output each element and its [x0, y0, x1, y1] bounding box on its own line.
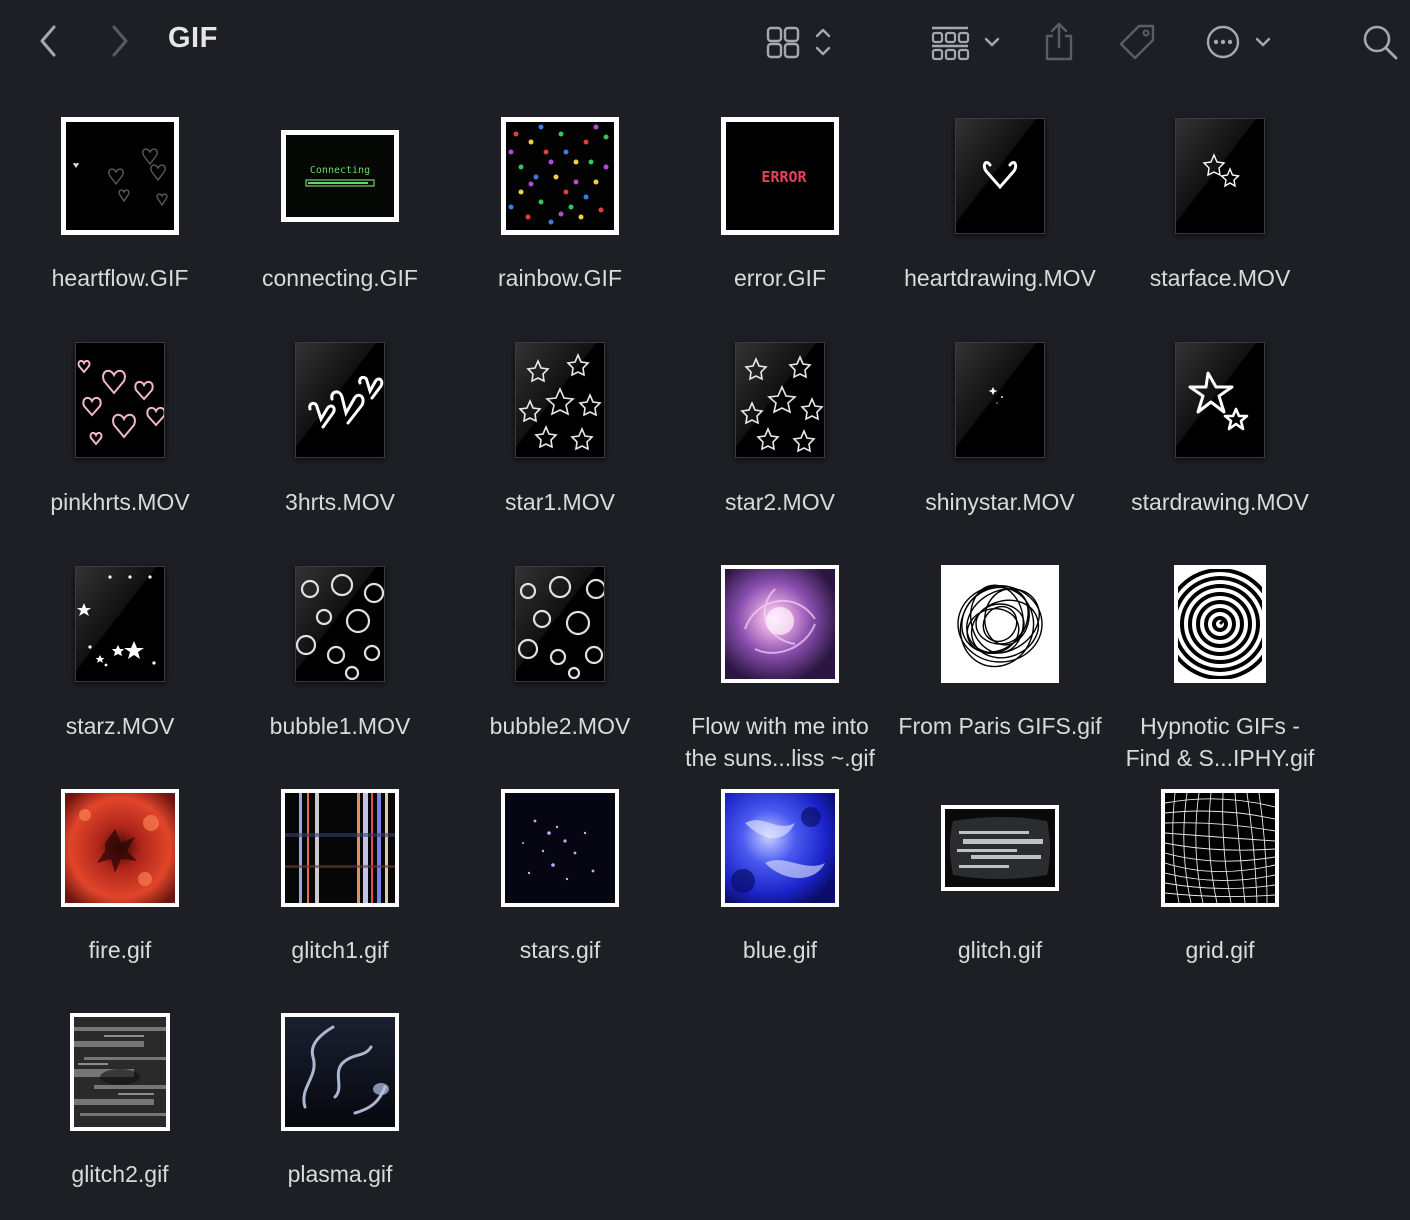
- thumbnail-text: Connecting: [310, 165, 370, 176]
- file-item[interactable]: 3hrts.MOV: [230, 330, 450, 554]
- file-name: 3hrts.MOV: [285, 489, 395, 515]
- file-name: rainbow.GIF: [498, 265, 622, 291]
- file-item[interactable]: heartdrawing.MOV: [890, 106, 1110, 330]
- file-thumbnail: [70, 1013, 170, 1131]
- tag-button[interactable]: [1114, 20, 1160, 64]
- file-item[interactable]: starface.MOV: [1110, 106, 1330, 330]
- file-item[interactable]: Flow with me into the suns...liss ~.gif: [670, 554, 890, 778]
- tag-icon: [1119, 24, 1155, 60]
- file-thumbnail: [721, 565, 839, 683]
- file-name: starz.MOV: [65, 713, 175, 739]
- file-thumbnail: [501, 789, 619, 907]
- file-item[interactable]: bubble1.MOV: [230, 554, 450, 778]
- share-button[interactable]: [1038, 20, 1080, 64]
- file-item[interactable]: Hypnotic GIFs - Find & S...IPHY.gif: [1110, 554, 1330, 778]
- file-item[interactable]: bubble2.MOV: [450, 554, 670, 778]
- file-item[interactable]: ERROR error.GIF: [670, 106, 890, 330]
- file-thumbnail: Connecting: [281, 130, 399, 222]
- icon-grid-view-icon: [766, 26, 831, 59]
- file-name: pinkhrts.MOV: [50, 489, 190, 515]
- file-name: starface.MOV: [1149, 265, 1291, 291]
- file-name: connecting.GIF: [262, 265, 418, 291]
- file-name: plasma.gif: [287, 1161, 393, 1187]
- more-actions-icon: [1206, 25, 1271, 59]
- file-thumbnail: ERROR: [721, 117, 839, 235]
- window-title: GIF: [168, 22, 218, 54]
- file-name: error.GIF: [733, 265, 826, 291]
- file-name: Flow with me into the suns...liss ~.gif: [685, 713, 875, 771]
- file-item[interactable]: blue.gif: [670, 778, 890, 1002]
- file-thumbnail: [1161, 789, 1279, 907]
- file-thumbnail: [1175, 342, 1265, 458]
- file-item[interactable]: plasma.gif: [230, 1002, 450, 1220]
- file-name: glitch1.gif: [291, 937, 389, 963]
- file-name: heartdrawing.MOV: [904, 265, 1096, 291]
- file-thumbnail: [955, 118, 1045, 234]
- search-button[interactable]: [1358, 20, 1402, 64]
- file-thumbnail: [721, 789, 839, 907]
- file-item[interactable]: rainbow.GIF: [450, 106, 670, 330]
- file-name: glitch2.gif: [71, 1161, 169, 1187]
- file-item[interactable]: stardrawing.MOV: [1110, 330, 1330, 554]
- file-item[interactable]: From Paris GIFS.gif: [890, 554, 1110, 778]
- chevron-right-icon: [112, 25, 128, 57]
- file-grid: heartflow.GIF Connecting connecting.GIF: [10, 106, 1330, 1220]
- file-thumbnail: [75, 342, 165, 458]
- file-thumbnail: [295, 342, 385, 458]
- group-view-icon: [931, 26, 1000, 61]
- action-menu-button[interactable]: [1198, 20, 1276, 64]
- file-thumbnail: [515, 566, 605, 682]
- file-name: grid.gif: [1185, 937, 1255, 963]
- toolbar: GIF: [0, 0, 1410, 84]
- file-item[interactable]: Connecting connecting.GIF: [230, 106, 450, 330]
- file-name: star2.MOV: [725, 489, 835, 515]
- file-thumbnail: [61, 789, 179, 907]
- view-mode-button[interactable]: [760, 20, 840, 64]
- file-thumbnail: [281, 789, 399, 907]
- chevron-left-icon: [40, 25, 56, 57]
- share-icon: [1045, 22, 1073, 61]
- file-name: From Paris GIFS.gif: [898, 713, 1102, 739]
- file-name: Hypnotic GIFs - Find & S...IPHY.gif: [1125, 713, 1315, 771]
- thumbnail-text: ERROR: [761, 168, 807, 186]
- file-item[interactable]: pinkhrts.MOV: [10, 330, 230, 554]
- file-name: fire.gif: [88, 937, 152, 963]
- file-item[interactable]: glitch2.gif: [10, 1002, 230, 1220]
- file-item[interactable]: star2.MOV: [670, 330, 890, 554]
- file-thumbnail: [941, 805, 1059, 891]
- file-name: stardrawing.MOV: [1131, 489, 1309, 515]
- file-thumbnail: [941, 565, 1059, 683]
- file-name: shinystar.MOV: [925, 489, 1075, 515]
- file-thumbnail: [61, 117, 179, 235]
- file-item[interactable]: fire.gif: [10, 778, 230, 1002]
- file-thumbnail: [735, 342, 825, 458]
- file-thumbnail: [281, 1013, 399, 1131]
- file-item[interactable]: glitch.gif: [890, 778, 1110, 1002]
- file-thumbnail: [955, 342, 1045, 458]
- file-thumbnail: [75, 566, 165, 682]
- file-name: blue.gif: [742, 937, 818, 963]
- file-thumbnail: [1175, 118, 1265, 234]
- file-item[interactable]: heartflow.GIF: [10, 106, 230, 330]
- file-thumbnail: [501, 117, 619, 235]
- file-item[interactable]: grid.gif: [1110, 778, 1330, 1002]
- file-name: bubble1.MOV: [269, 713, 411, 739]
- file-name: bubble2.MOV: [489, 713, 631, 739]
- file-item[interactable]: starz.MOV: [10, 554, 230, 778]
- group-button[interactable]: [924, 20, 1008, 64]
- file-name: heartflow.GIF: [51, 265, 189, 291]
- file-thumbnail: [1174, 565, 1266, 683]
- file-name: star1.MOV: [505, 489, 615, 515]
- back-button[interactable]: [30, 22, 66, 60]
- file-name: stars.gif: [519, 937, 601, 963]
- file-item[interactable]: stars.gif: [450, 778, 670, 1002]
- search-icon: [1363, 25, 1398, 60]
- file-thumbnail: [515, 342, 605, 458]
- file-item[interactable]: glitch1.gif: [230, 778, 450, 1002]
- file-name: glitch.gif: [957, 937, 1043, 963]
- file-thumbnail: [295, 566, 385, 682]
- file-item[interactable]: shinystar.MOV: [890, 330, 1110, 554]
- forward-button[interactable]: [102, 22, 138, 60]
- file-item[interactable]: star1.MOV: [450, 330, 670, 554]
